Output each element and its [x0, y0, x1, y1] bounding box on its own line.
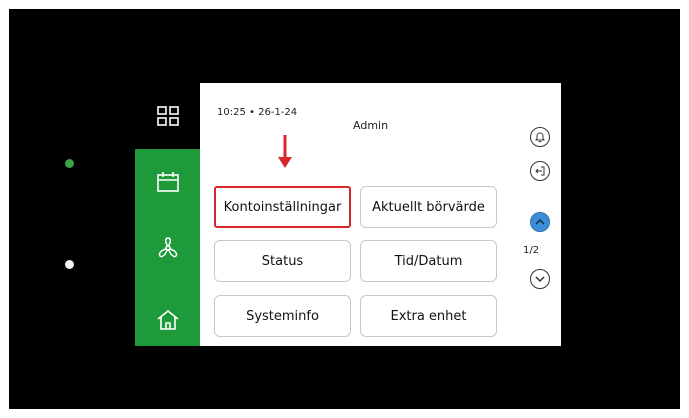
device-bezel: 10:25 • 26-1-24 Admin Kontoinställningar… [9, 9, 680, 409]
date-text: 26-1-24 [258, 107, 298, 118]
chevron-up-icon [535, 218, 545, 225]
button-label: Status [261, 253, 304, 269]
page-up-button[interactable] [530, 212, 550, 232]
button-label: Kontoinställningar [223, 199, 342, 215]
touch-screen: 10:25 • 26-1-24 Admin Kontoinställningar… [135, 83, 561, 346]
time-text: 10:25 [217, 107, 246, 118]
logout-icon [535, 166, 545, 176]
page-down-button[interactable] [530, 269, 550, 289]
logout-button[interactable] [530, 161, 550, 181]
button-label: Tid/Datum [394, 253, 463, 269]
button-label: Aktuellt börvärde [372, 199, 485, 215]
current-user: Admin [353, 119, 389, 132]
bell-icon [534, 132, 546, 143]
annotation-arrow-icon [278, 135, 292, 168]
datetime-display: 10:25 • 26-1-24 [217, 107, 297, 118]
system-info-button[interactable]: Systeminfo [214, 295, 351, 337]
status-button[interactable]: Status [214, 240, 351, 282]
chevron-down-icon [535, 276, 545, 283]
sidebar-item-fan[interactable] [135, 215, 200, 281]
grid-icon [156, 106, 179, 126]
datetime-separator: • [249, 107, 255, 118]
sidebar [135, 83, 200, 346]
extra-unit-button[interactable]: Extra enhet [360, 295, 497, 337]
status-led-white [65, 260, 74, 269]
account-settings-button[interactable]: Kontoinställningar [214, 186, 351, 228]
home-icon [157, 309, 178, 330]
current-setpoint-button[interactable]: Aktuellt börvärde [360, 186, 497, 228]
calendar-icon [156, 172, 179, 192]
notifications-button[interactable] [530, 127, 550, 147]
page-indicator: 1/2 [523, 245, 540, 256]
status-led-green [65, 159, 74, 168]
sidebar-item-menu[interactable] [135, 83, 200, 149]
sidebar-item-home[interactable] [135, 287, 200, 353]
time-date-button[interactable]: Tid/Datum [360, 240, 497, 282]
button-label: Extra enhet [390, 308, 467, 324]
button-label: Systeminfo [246, 308, 319, 324]
fan-icon [158, 237, 177, 258]
sidebar-item-calendar[interactable] [135, 149, 200, 215]
